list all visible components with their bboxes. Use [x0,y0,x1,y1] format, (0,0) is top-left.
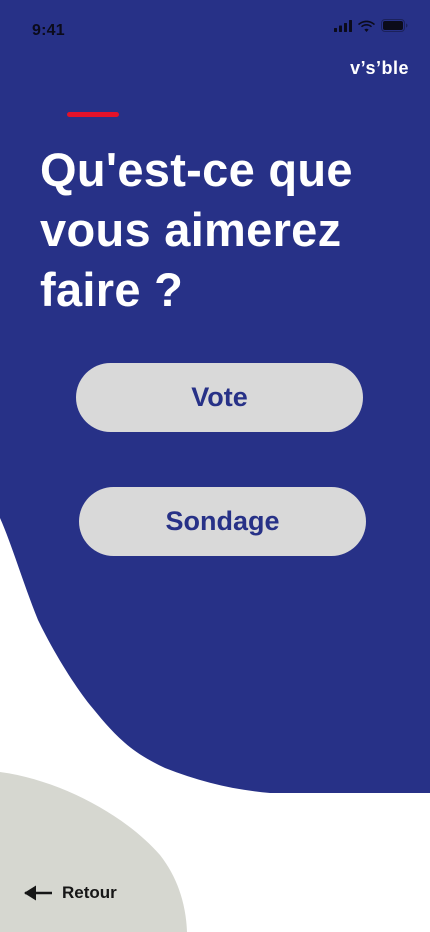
accent-line [67,112,119,117]
status-icons [334,19,408,32]
gray-corner-shape [0,772,187,932]
status-bar: 9:41 [0,0,430,56]
page-title: Qu'est-ce que vous aimerez faire ? [40,143,353,316]
sondage-button[interactable]: Sondage [79,487,366,556]
back-button[interactable]: Retour [24,883,117,903]
wifi-icon [358,20,375,32]
arrow-left-icon [24,885,52,901]
back-label: Retour [62,883,117,902]
vote-button[interactable]: Vote [76,363,363,432]
status-time: 9:41 [32,22,65,39]
brand-logo: v’s’ble [350,58,409,78]
cellular-signal-icon [334,19,352,32]
battery-icon [381,19,408,32]
